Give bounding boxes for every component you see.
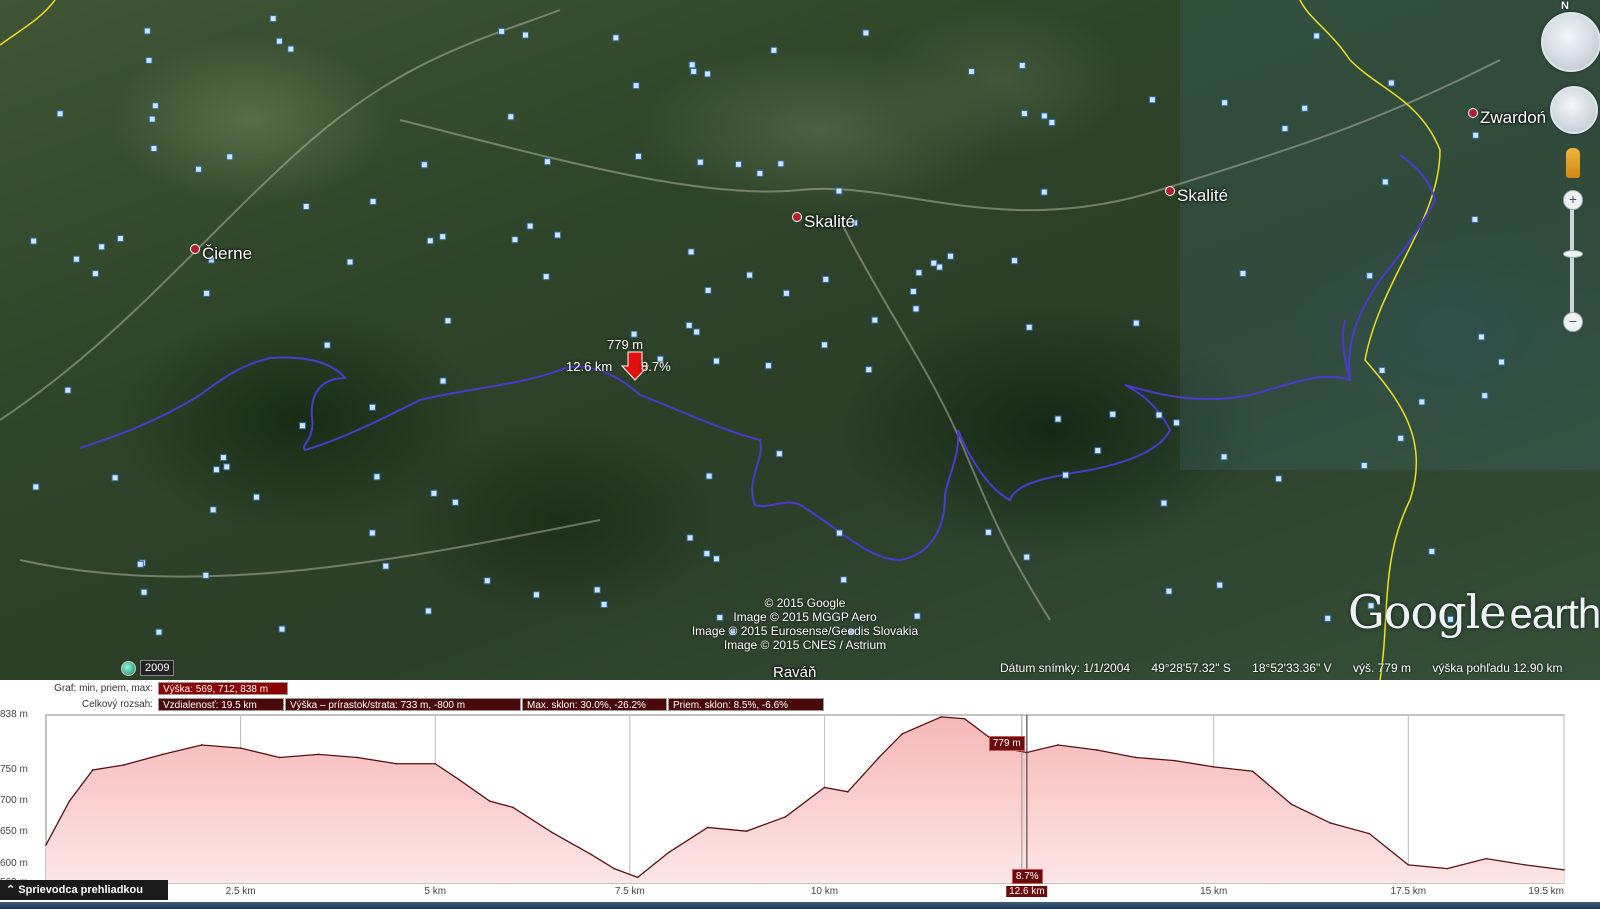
elevation-point — [1485, 857, 1487, 860]
elevation-point — [1057, 744, 1059, 746]
elevation-point — [706, 826, 709, 829]
elevation-point — [123, 764, 125, 766]
elevation-point — [1212, 766, 1215, 768]
elevation-point — [1135, 756, 1137, 759]
y-tick-label: 650 m — [0, 826, 28, 838]
elevation-point — [1290, 803, 1293, 806]
elevation-point — [1329, 822, 1332, 824]
elevation-point — [784, 815, 787, 818]
elevation-point — [823, 786, 826, 789]
elevation-chart[interactable] — [0, 0, 1600, 909]
cursor-elevation-tag: 779 m — [988, 736, 1025, 752]
x-tick-label: 15 km — [1200, 886, 1228, 897]
elevation-point — [317, 753, 320, 756]
y-tick-label: 700 m — [0, 795, 28, 807]
elevation-point — [636, 876, 639, 879]
elevation-point — [1563, 869, 1565, 871]
elevation-point — [613, 867, 616, 870]
elevation-point — [551, 831, 553, 834]
y-tick-label: 600 m — [0, 857, 28, 869]
elevation-point — [45, 844, 47, 846]
elevation-point — [1251, 770, 1254, 773]
elevation-point — [1407, 864, 1410, 866]
elevation-point — [434, 762, 437, 765]
elevation-point — [1096, 749, 1098, 751]
elevation-point — [1524, 864, 1526, 866]
elevation-point — [1368, 832, 1371, 835]
tour-guide-button[interactable]: ⌃ Sprievodca prehliadkou — [0, 880, 168, 900]
cursor-slope-tag: 8.7% — [1011, 869, 1043, 884]
elevation-point — [667, 851, 670, 854]
elevation-point — [940, 716, 943, 718]
y-tick-label: 838 m — [0, 709, 28, 720]
x-tick-label: 17.5 km — [1390, 886, 1427, 897]
elevation-point — [91, 769, 94, 771]
elevation-point — [161, 753, 164, 756]
x-tick-label: 12.6 km — [1006, 886, 1048, 897]
taskbar — [0, 902, 1600, 909]
elevation-point — [745, 830, 748, 832]
elevation-point — [1173, 759, 1176, 762]
x-tick-label: 5 km — [424, 886, 447, 897]
elevation-point — [878, 756, 880, 759]
elevation-point — [68, 800, 71, 802]
elevation-point — [488, 800, 491, 802]
x-tick-label: 2.5 km — [225, 886, 256, 897]
elevation-point — [356, 756, 359, 759]
x-tick-label: 19.5 km — [1528, 886, 1564, 897]
x-tick-label: 7.5 km — [614, 886, 645, 897]
elevation-point — [901, 732, 904, 735]
elevation-point — [847, 791, 849, 793]
elevation-point — [278, 756, 281, 759]
elevation-point — [963, 717, 966, 720]
elevation-point — [457, 778, 460, 781]
tour-guide-label: Sprievodca prehliadkou — [18, 884, 143, 896]
elevation-point — [1446, 867, 1449, 870]
chevron-up-icon: ⌃ — [6, 884, 19, 896]
elevation-point — [512, 806, 514, 809]
x-tick-label: 10 km — [810, 886, 839, 897]
y-tick-label: 750 m — [0, 763, 28, 775]
elevation-point — [395, 762, 398, 765]
elevation-point — [239, 747, 242, 749]
elevation-point — [590, 853, 592, 856]
elevation-point — [200, 744, 203, 746]
